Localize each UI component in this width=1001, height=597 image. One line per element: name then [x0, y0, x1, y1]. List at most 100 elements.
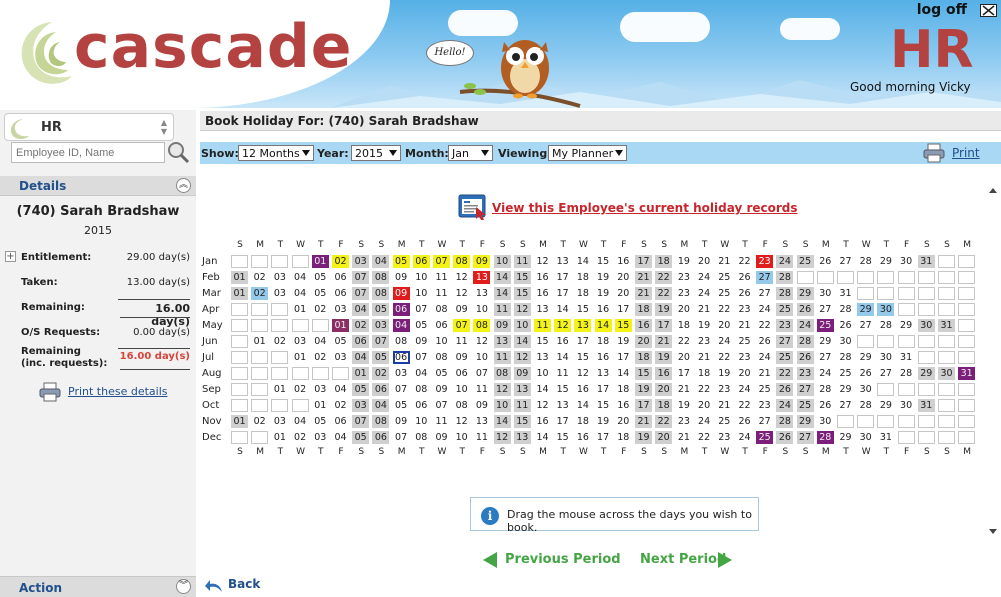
- day-cell[interactable]: 17: [635, 399, 652, 412]
- day-cell[interactable]: 13: [473, 271, 491, 284]
- day-cell[interactable]: 05: [332, 335, 349, 348]
- close-icon[interactable]: [980, 4, 997, 17]
- day-cell[interactable]: 22: [715, 351, 733, 364]
- employee-search-input[interactable]: [11, 142, 165, 163]
- day-cell[interactable]: 29: [837, 431, 854, 444]
- day-cell[interactable]: 15: [574, 351, 592, 364]
- day-cell[interactable]: 22: [776, 367, 794, 380]
- day-cell[interactable]: 04: [352, 351, 370, 364]
- day-cell[interactable]: 30: [857, 383, 875, 396]
- day-cell[interactable]: 09: [453, 351, 471, 364]
- day-cell[interactable]: 12: [554, 319, 572, 332]
- day-cell[interactable]: 01: [231, 415, 248, 428]
- day-cell[interactable]: 10: [513, 319, 531, 332]
- day-cell[interactable]: 04: [372, 255, 390, 268]
- day-cell[interactable]: 01: [332, 319, 349, 332]
- day-cell[interactable]: 04: [332, 431, 349, 444]
- day-cell[interactable]: 27: [816, 351, 834, 364]
- day-cell[interactable]: 06: [372, 431, 390, 444]
- day-cell[interactable]: 23: [715, 431, 733, 444]
- day-cell[interactable]: 25: [756, 383, 774, 396]
- day-cell[interactable]: 30: [917, 319, 935, 332]
- day-cell[interactable]: 19: [655, 351, 673, 364]
- day-cell[interactable]: 28: [816, 383, 834, 396]
- day-cell[interactable]: 10: [412, 271, 430, 284]
- day-cell[interactable]: 15: [513, 271, 531, 284]
- day-cell[interactable]: 06: [372, 383, 390, 396]
- day-cell[interactable]: 27: [877, 367, 895, 380]
- day-cell[interactable]: 11: [473, 383, 491, 396]
- day-cell[interactable]: 23: [675, 271, 693, 284]
- day-cell[interactable]: 12: [453, 415, 471, 428]
- day-cell[interactable]: 17: [574, 335, 592, 348]
- day-cell[interactable]: 30: [837, 335, 854, 348]
- day-cell[interactable]: 10: [493, 255, 511, 268]
- day-cell[interactable]: 28: [837, 351, 854, 364]
- day-cell[interactable]: 12: [513, 351, 531, 364]
- day-cell[interactable]: 12: [534, 255, 551, 268]
- day-cell[interactable]: 08: [433, 303, 450, 316]
- day-cell[interactable]: 17: [655, 319, 673, 332]
- details-section-header[interactable]: Details ︽: [0, 176, 196, 196]
- day-cell[interactable]: 03: [352, 255, 370, 268]
- day-cell[interactable]: 25: [715, 271, 733, 284]
- day-cell[interactable]: 23: [756, 399, 774, 412]
- day-cell[interactable]: 11: [554, 367, 572, 380]
- day-cell[interactable]: 13: [513, 431, 531, 444]
- day-cell[interactable]: 02: [291, 383, 309, 396]
- day-cell[interactable]: 23: [695, 335, 713, 348]
- day-cell[interactable]: 23: [796, 367, 814, 380]
- day-cell[interactable]: 11: [433, 271, 450, 284]
- day-cell[interactable]: 25: [837, 367, 854, 380]
- scroll-up-icon[interactable]: [989, 188, 997, 193]
- day-cell[interactable]: 08: [473, 319, 491, 332]
- day-cell[interactable]: 22: [695, 383, 713, 396]
- day-cell[interactable]: 02: [352, 319, 370, 332]
- day-cell[interactable]: 09: [392, 271, 410, 284]
- day-cell[interactable]: 21: [655, 335, 673, 348]
- day-cell[interactable]: 01: [251, 335, 269, 348]
- day-cell[interactable]: 30: [877, 303, 895, 316]
- day-cell[interactable]: 16: [655, 367, 673, 380]
- day-cell[interactable]: 02: [311, 351, 329, 364]
- day-cell[interactable]: 20: [715, 319, 733, 332]
- day-cell[interactable]: 07: [433, 255, 450, 268]
- day-cell[interactable]: 27: [837, 399, 854, 412]
- day-cell[interactable]: 15: [513, 287, 531, 300]
- day-cell[interactable]: 29: [857, 351, 875, 364]
- day-cell[interactable]: 13: [534, 303, 551, 316]
- day-cell[interactable]: 10: [473, 351, 491, 364]
- day-cell[interactable]: 23: [756, 255, 774, 268]
- day-cell[interactable]: 13: [554, 399, 572, 412]
- day-cell[interactable]: 31: [938, 319, 955, 332]
- day-cell[interactable]: 21: [715, 399, 733, 412]
- day-cell[interactable]: 07: [412, 303, 430, 316]
- day-cell[interactable]: 19: [715, 367, 733, 380]
- day-cell[interactable]: 14: [493, 271, 511, 284]
- day-cell[interactable]: 09: [392, 287, 410, 300]
- day-cell[interactable]: 22: [655, 271, 673, 284]
- day-cell[interactable]: 26: [796, 351, 814, 364]
- day-cell[interactable]: 29: [857, 303, 875, 316]
- day-cell[interactable]: 14: [534, 431, 551, 444]
- day-cell[interactable]: 23: [675, 415, 693, 428]
- day-cell[interactable]: 04: [291, 415, 309, 428]
- day-cell[interactable]: 24: [736, 431, 753, 444]
- day-cell[interactable]: 27: [857, 319, 875, 332]
- day-cell[interactable]: 18: [614, 383, 632, 396]
- day-cell[interactable]: 21: [675, 431, 693, 444]
- day-cell[interactable]: 14: [574, 399, 592, 412]
- day-cell[interactable]: 07: [352, 271, 370, 284]
- printer-icon[interactable]: [922, 143, 946, 163]
- day-cell[interactable]: 20: [655, 383, 673, 396]
- day-cell[interactable]: 09: [453, 303, 471, 316]
- day-cell[interactable]: 08: [412, 383, 430, 396]
- day-cell[interactable]: 03: [352, 399, 370, 412]
- day-cell[interactable]: 30: [816, 287, 834, 300]
- day-cell[interactable]: 06: [352, 335, 370, 348]
- day-cell[interactable]: 18: [574, 271, 592, 284]
- day-cell[interactable]: 08: [412, 431, 430, 444]
- day-cell[interactable]: 20: [675, 303, 693, 316]
- day-cell[interactable]: 20: [695, 255, 713, 268]
- day-cell[interactable]: 10: [534, 367, 551, 380]
